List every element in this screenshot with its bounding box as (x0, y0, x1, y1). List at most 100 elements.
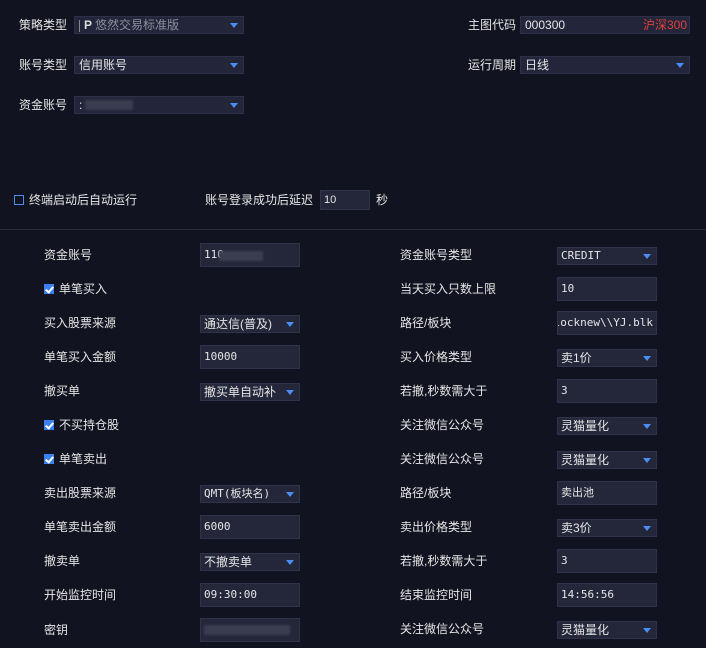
single-sell-amount-input[interactable]: 6000 (200, 515, 300, 539)
buy-price-type-value: 卖1价 (561, 351, 592, 365)
start-time-input[interactable]: 09:30:00 (200, 583, 300, 607)
wechat3-label: 关注微信公众号 (400, 622, 485, 636)
delay-unit-label: 秒 (376, 193, 389, 207)
redacted-mask (219, 251, 263, 261)
chevron-down-icon (643, 424, 651, 429)
cancel-buy-label: 撤买单 (44, 384, 81, 398)
single-buy-amount-label: 单笔买入金额 (44, 350, 117, 364)
single-sell-amount-value: 6000 (204, 520, 231, 533)
buy-price-type-select[interactable]: 卖1价 (557, 349, 657, 367)
main-code-name: 沪深300 (642, 18, 687, 32)
chevron-down-icon (230, 23, 238, 28)
single-sell-amount-label: 单笔卖出金额 (44, 520, 117, 534)
form-fund-account-input[interactable]: 110 (200, 243, 300, 267)
chevron-down-icon (286, 322, 294, 327)
wechat2-label: 关注微信公众号 (400, 452, 485, 466)
strategy-logo-icon: P (84, 18, 93, 32)
section-divider (0, 229, 706, 230)
chevron-down-icon (676, 63, 684, 68)
chevron-down-icon (230, 63, 238, 68)
account-type-label: 账号类型 (19, 58, 68, 72)
cancel-buy-secs-label: 若撤,秒数需大于 (400, 384, 488, 398)
sell-source-value: QMT(板块名) (204, 487, 271, 500)
main-code-value: 000300 (525, 18, 566, 32)
sell-source-select[interactable]: QMT(板块名) (200, 485, 300, 503)
strategy-type-value: 悠然交易标准版 (95, 18, 180, 32)
account-kind-value: CREDIT (561, 249, 601, 262)
cancel-buy-value: 撤买单自动补 (204, 385, 277, 399)
single-sell-label: 单笔卖出 (59, 452, 108, 466)
wechat2-select[interactable]: 灵猫量化 (557, 451, 657, 469)
autostart-label: 终端启动后自动运行 (29, 193, 138, 207)
strategy-type-select[interactable]: P 悠然交易标准版 (74, 16, 244, 34)
wechat1-label: 关注微信公众号 (400, 418, 485, 432)
login-delay-label: 账号登录成功后延迟 (205, 193, 314, 207)
chevron-down-icon (643, 628, 651, 633)
wechat1-select[interactable]: 灵猫量化 (557, 417, 657, 435)
sell-price-type-value: 卖3价 (561, 521, 592, 535)
chevron-down-icon (230, 103, 238, 108)
chevron-down-icon (286, 390, 294, 395)
start-time-value: 09:30:00 (204, 588, 257, 601)
daily-limit-label: 当天买入只数上限 (400, 282, 497, 296)
separator (79, 19, 80, 32)
no-hold-label: 不买持仓股 (59, 418, 120, 432)
sell-path-value: 卖出池 (561, 487, 594, 499)
chevron-down-icon (643, 254, 651, 259)
chevron-down-icon (286, 492, 294, 497)
no-hold-checkbox[interactable] (44, 420, 54, 430)
login-delay-input[interactable]: 10 (320, 190, 370, 210)
daily-limit-value: 10 (561, 282, 575, 295)
end-time-label: 结束监控时间 (400, 588, 473, 602)
fund-account-select[interactable]: : (74, 96, 244, 114)
single-sell-checkbox[interactable] (44, 454, 54, 464)
chevron-down-icon (643, 526, 651, 531)
sell-path-label: 路径/板块 (400, 486, 452, 500)
account-kind-select[interactable]: CREDIT (557, 247, 657, 265)
key-label: 密钥 (44, 623, 69, 637)
chevron-down-icon (643, 458, 651, 463)
buy-source-label: 买入股票来源 (44, 316, 117, 330)
chevron-down-icon (286, 560, 294, 565)
cancel-sell-secs-label: 若撤,秒数需大于 (400, 554, 488, 568)
wechat2-value: 灵猫量化 (561, 453, 610, 467)
main-code-input[interactable]: 000300 沪深300 (520, 16, 690, 34)
account-type-select[interactable]: 信用账号 (74, 56, 244, 74)
sell-path-input[interactable]: 卖出池 (557, 481, 657, 505)
redacted-mask (85, 100, 133, 110)
wechat1-value: 灵猫量化 (561, 419, 610, 433)
cancel-buy-secs-value: 3 (561, 384, 568, 397)
login-delay-value: 10 (324, 194, 337, 206)
single-buy-label: 单笔买入 (59, 282, 108, 296)
sell-source-label: 卖出股票来源 (44, 486, 117, 500)
account-kind-label: 资金账号类型 (400, 248, 473, 262)
period-value: 日线 (525, 58, 550, 72)
account-type-value: 信用账号 (79, 58, 128, 72)
buy-path-label: 路径/板块 (400, 316, 452, 330)
cancel-buy-secs-input[interactable]: 3 (557, 379, 657, 403)
autostart-checkbox[interactable] (14, 195, 24, 205)
buy-source-select[interactable]: 通达信(普及) (200, 315, 300, 333)
end-time-value: 14:56:56 (561, 588, 614, 601)
buy-price-type-label: 买入价格类型 (400, 350, 473, 364)
daily-limit-input[interactable]: 10 (557, 277, 657, 301)
sell-price-type-label: 卖出价格类型 (400, 520, 473, 534)
cancel-sell-secs-input[interactable]: 3 (557, 549, 657, 573)
single-buy-amount-value: 10000 (204, 350, 238, 363)
buy-path-input[interactable]: blocknew\\YJ.blk (557, 311, 657, 335)
sell-price-type-select[interactable]: 卖3价 (557, 519, 657, 537)
single-buy-checkbox[interactable] (44, 284, 54, 294)
key-input[interactable] (200, 618, 300, 642)
period-select[interactable]: 日线 (520, 56, 690, 74)
end-time-input[interactable]: 14:56:56 (557, 583, 657, 607)
main-code-label: 主图代码 (468, 18, 517, 32)
cancel-sell-label: 撤卖单 (44, 554, 81, 568)
cancel-buy-select[interactable]: 撤买单自动补 (200, 383, 300, 401)
wechat3-select[interactable]: 灵猫量化 (557, 621, 657, 639)
cancel-sell-secs-value: 3 (561, 554, 568, 567)
fund-account-label: 资金账号 (19, 98, 68, 112)
fund-account-value: : (79, 98, 83, 112)
cancel-sell-select[interactable]: 不撤卖单 (200, 553, 300, 571)
strategy-type-label: 策略类型 (19, 18, 68, 32)
single-buy-amount-input[interactable]: 10000 (200, 345, 300, 369)
